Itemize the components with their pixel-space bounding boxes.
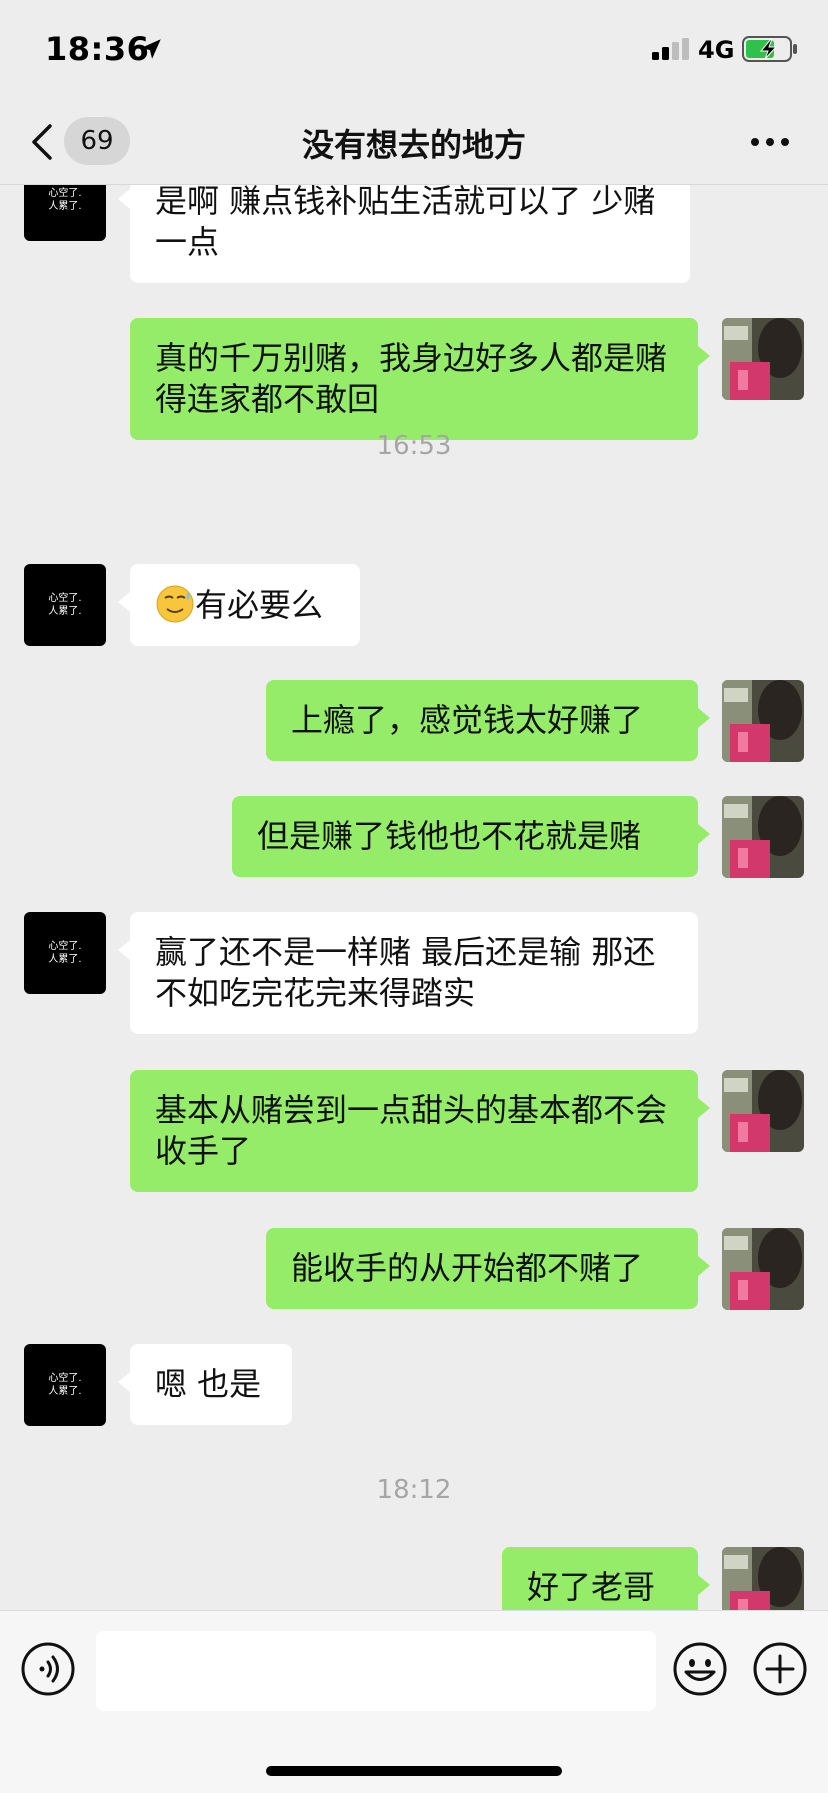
message-text: 有必要么 [195,586,324,624]
voice-input-icon[interactable] [20,1641,76,1697]
message-timestamp: 16:53 [376,431,452,461]
home-indicator[interactable] [266,1766,562,1776]
my-avatar[interactable] [722,1547,804,1610]
contact-avatar[interactable]: 心空了. 人累了. [24,1344,106,1426]
plus-more-icon[interactable] [752,1641,808,1697]
message-bubble-incoming[interactable]: 有必要么 [118,564,360,646]
chat-title: 没有想去的地方 [301,126,526,164]
message-bubble-incoming[interactable]: 嗯 也是 [118,1344,292,1425]
battery-charging-icon [742,36,797,62]
signal-icon [652,38,689,60]
message-list[interactable]: 心空了. 人累了. 是啊 赚点钱补贴生活就可以了 少赌一点 真的千万别赌，我身边… [0,185,828,1610]
emoji-picker-icon[interactable] [672,1641,728,1697]
contact-avatar[interactable]: 心空了. 人累了. [24,564,106,646]
location-arrow-icon [141,39,161,59]
more-options-icon[interactable] [750,136,790,148]
message-input[interactable] [96,1631,656,1711]
message-bubble-outgoing[interactable]: 但是赚了钱他也不花就是赌 [232,796,710,877]
message-text: 能收手的从开始都不赌了 [291,1249,644,1287]
message-bubble-outgoing[interactable]: 真的千万别赌，我身边好多人都是赌得连家都不敢回 [130,318,710,440]
status-time: 18:36 [45,30,150,68]
photo-avatar-icon [722,1228,804,1310]
message-text: 上瘾了，感觉钱太好赚了 [291,701,644,739]
my-avatar[interactable] [722,1228,804,1310]
photo-avatar-icon [722,318,804,400]
contact-avatar[interactable]: 心空了. 人累了. [24,912,106,994]
my-avatar[interactable] [722,1070,804,1152]
message-text: 是啊 赚点钱补贴生活就可以了 少赌一点 [155,185,656,261]
message-text: 好了老哥 [527,1568,656,1606]
chat-header: 69 没有想去的地方 [0,100,828,185]
message-bubble-outgoing[interactable]: 能收手的从开始都不赌了 [266,1228,710,1309]
message-text: 赢了还不是一样赌 最后还是输 那还不如吃完花完来得踏实 [155,933,656,1012]
my-avatar[interactable] [722,680,804,762]
photo-avatar-icon [722,796,804,878]
message-bubble-incoming[interactable]: 赢了还不是一样赌 最后还是输 那还不如吃完花完来得踏实 [118,912,698,1034]
message-text: 但是赚了钱他也不花就是赌 [257,817,642,855]
message-bubble-incoming[interactable]: 是啊 赚点钱补贴生活就可以了 少赌一点 [118,185,690,283]
status-bar: 18:36 4G [0,0,828,100]
message-text: 嗯 也是 [155,1365,262,1403]
message-text: 真的千万别赌，我身边好多人都是赌得连家都不敢回 [155,339,668,418]
my-avatar[interactable] [722,318,804,400]
message-bubble-outgoing[interactable]: 好了老哥 [502,1547,710,1610]
contact-avatar[interactable]: 心空了. 人累了. [24,185,106,241]
message-bubble-outgoing[interactable]: 上瘾了，感觉钱太好赚了 [266,680,710,761]
my-avatar[interactable] [722,796,804,878]
sweat-smile-emoji-icon [156,585,194,623]
message-text: 基本从赌尝到一点甜头的基本都不会收手了 [155,1091,668,1170]
photo-avatar-icon [722,1547,804,1610]
photo-avatar-icon [722,1070,804,1152]
message-bubble-outgoing[interactable]: 基本从赌尝到一点甜头的基本都不会收手了 [130,1070,710,1192]
photo-avatar-icon [722,680,804,762]
network-type: 4G [698,36,735,64]
message-timestamp: 18:12 [376,1475,452,1505]
